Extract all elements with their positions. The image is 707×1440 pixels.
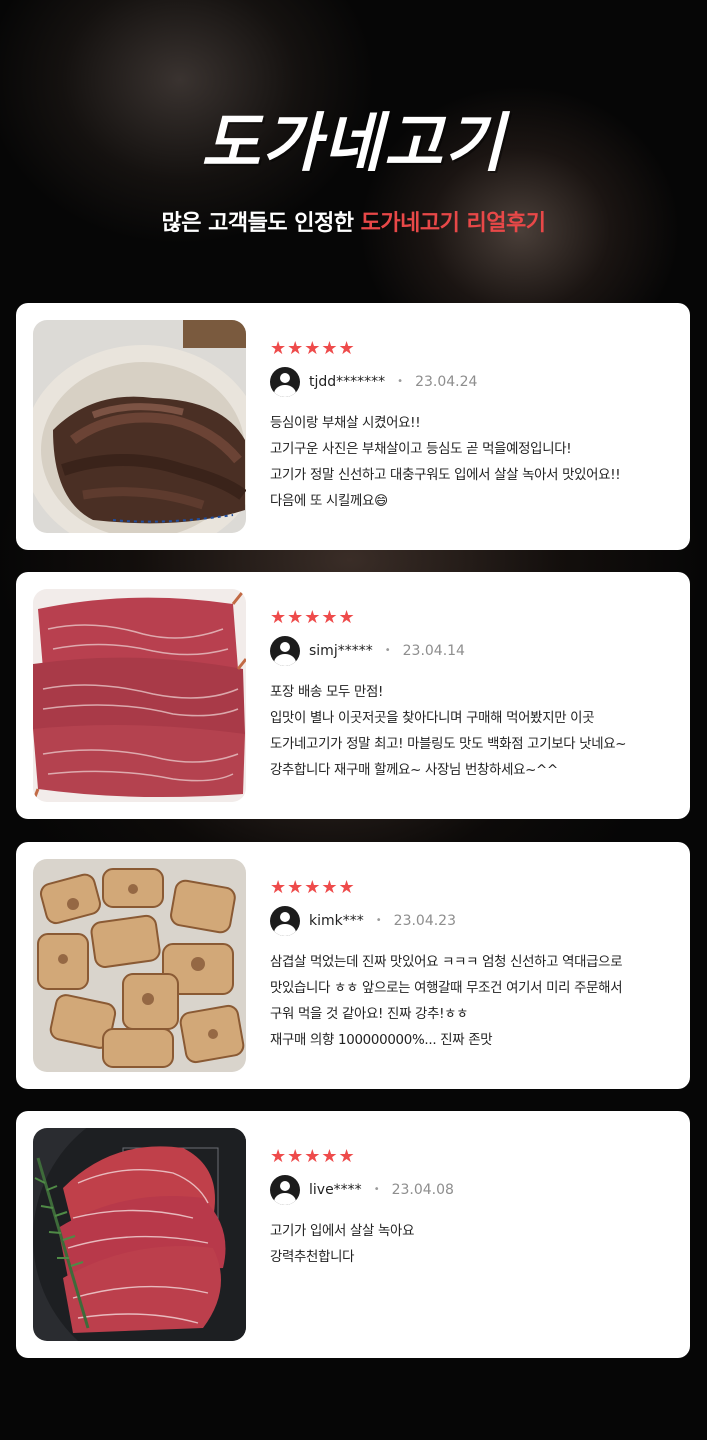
user-avatar-icon [270,1175,300,1205]
reviewer-name: kimk*** [309,913,364,929]
reviewer-name: tjdd******* [309,374,386,390]
review-card: ★★★★★ tjdd******* • 23.04.24 등심이랑 부채살 시켰어요… [16,303,690,550]
grilled-beef-photo[interactable] [33,320,246,533]
raw-marbled-beef-photo[interactable] [33,589,246,802]
grilled-pork-belly-photo[interactable] [33,859,246,1072]
separator-dot: • [375,915,382,926]
review-card: ★★★★★ live**** • 23.04.08 고기가 입에서 살살 녹아요 강… [16,1111,690,1358]
star-rating: ★★★★★ [270,1146,356,1167]
review-card: ★★★★★ kimk*** • 23.04.23 삼겹살 먹었는데 진짜 맛있어요 … [16,842,690,1089]
sliced-wagyu-plate-photo[interactable] [33,1128,246,1341]
subtitle-prefix: 많은 고객들도 인정한 [161,211,361,236]
review-text: 고기가 입에서 살살 녹아요 강력추천합니다 [270,1219,670,1271]
review-line: 다음에 또 시킬께요😄 [270,494,388,509]
review-line: 도가네고기가 정말 최고! 마블링도 맛도 백화점 고기보다 낫네요~ [270,737,627,752]
page-subtitle: 많은 고객들도 인정한 도가네고기 리얼후기 [0,205,707,237]
header: 도가네고기 많은 고객들도 인정한 도가네고기 리얼후기 [0,0,707,300]
review-line: 재구매 의향 100000000%... 진짜 존맛 [270,1033,493,1048]
reviewer-row: live**** • 23.04.08 [270,1175,670,1205]
review-line: 삼겹살 먹었는데 진짜 맛있어요 ㅋㅋㅋ 엄청 신선하고 역대급으로 [270,955,623,970]
review-line: 맛있습니다 ㅎㅎ 앞으로는 여행갈때 무조건 여기서 미리 주문해서 [270,981,623,996]
subtitle-accent: 도가네고기 리얼후기 [360,211,546,236]
reviewer-row: simj***** • 23.04.14 [270,636,670,666]
reviewer-row: kimk*** • 23.04.23 [270,906,670,936]
review-line: 강추합니다 재구매 할께요~ 사장님 번창하세요~^^ [270,763,558,778]
review-line: 고기가 입에서 살살 녹아요 [270,1224,415,1239]
reviewer-name: simj***** [309,643,373,659]
review-card: ★★★★★ simj***** • 23.04.14 포장 배송 모두 만점! 입맛… [16,572,690,819]
separator-dot: • [384,645,391,656]
review-line: 고기구운 사진은 부채살이고 등심도 곧 먹을예정입니다! [270,442,572,457]
star-rating: ★★★★★ [270,607,356,628]
user-avatar-icon [270,367,300,397]
user-avatar-icon [270,636,300,666]
review-line: 강력추천합니다 [270,1250,355,1265]
review-line: 구워 먹을 것 같아요! 진짜 강추!ㅎㅎ [270,1007,469,1022]
star-rating: ★★★★★ [270,877,356,898]
review-text: 삼겹살 먹었는데 진짜 맛있어요 ㅋㅋㅋ 엄청 신선하고 역대급으로 맛있습니다… [270,950,670,1054]
review-line: 등심이랑 부채살 시켰어요!! [270,416,421,431]
review-date: 23.04.14 [402,643,465,659]
separator-dot: • [397,376,404,387]
review-line: 고기가 정말 신선하고 대충구워도 입에서 살살 녹아서 맛있어요!! [270,468,621,483]
reviewer-name: live**** [309,1182,362,1198]
star-rating: ★★★★★ [270,338,356,359]
separator-dot: • [373,1184,380,1195]
review-date: 23.04.23 [393,913,456,929]
review-line: 입맛이 별나 이곳저곳을 찾아다니며 구매해 먹어봤지만 이곳 [270,711,595,726]
user-avatar-icon [270,906,300,936]
review-date: 23.04.24 [415,374,478,390]
review-date: 23.04.08 [391,1182,454,1198]
reviewer-row: tjdd******* • 23.04.24 [270,367,670,397]
review-text: 포장 배송 모두 만점! 입맛이 별나 이곳저곳을 찾아다니며 구매해 먹어봤지… [270,680,670,784]
review-text: 등심이랑 부채살 시켰어요!! 고기구운 사진은 부채살이고 등심도 곧 먹을예… [270,411,670,515]
review-line: 포장 배송 모두 만점! [270,685,384,700]
brand-logo: 도가네고기 [201,106,506,181]
